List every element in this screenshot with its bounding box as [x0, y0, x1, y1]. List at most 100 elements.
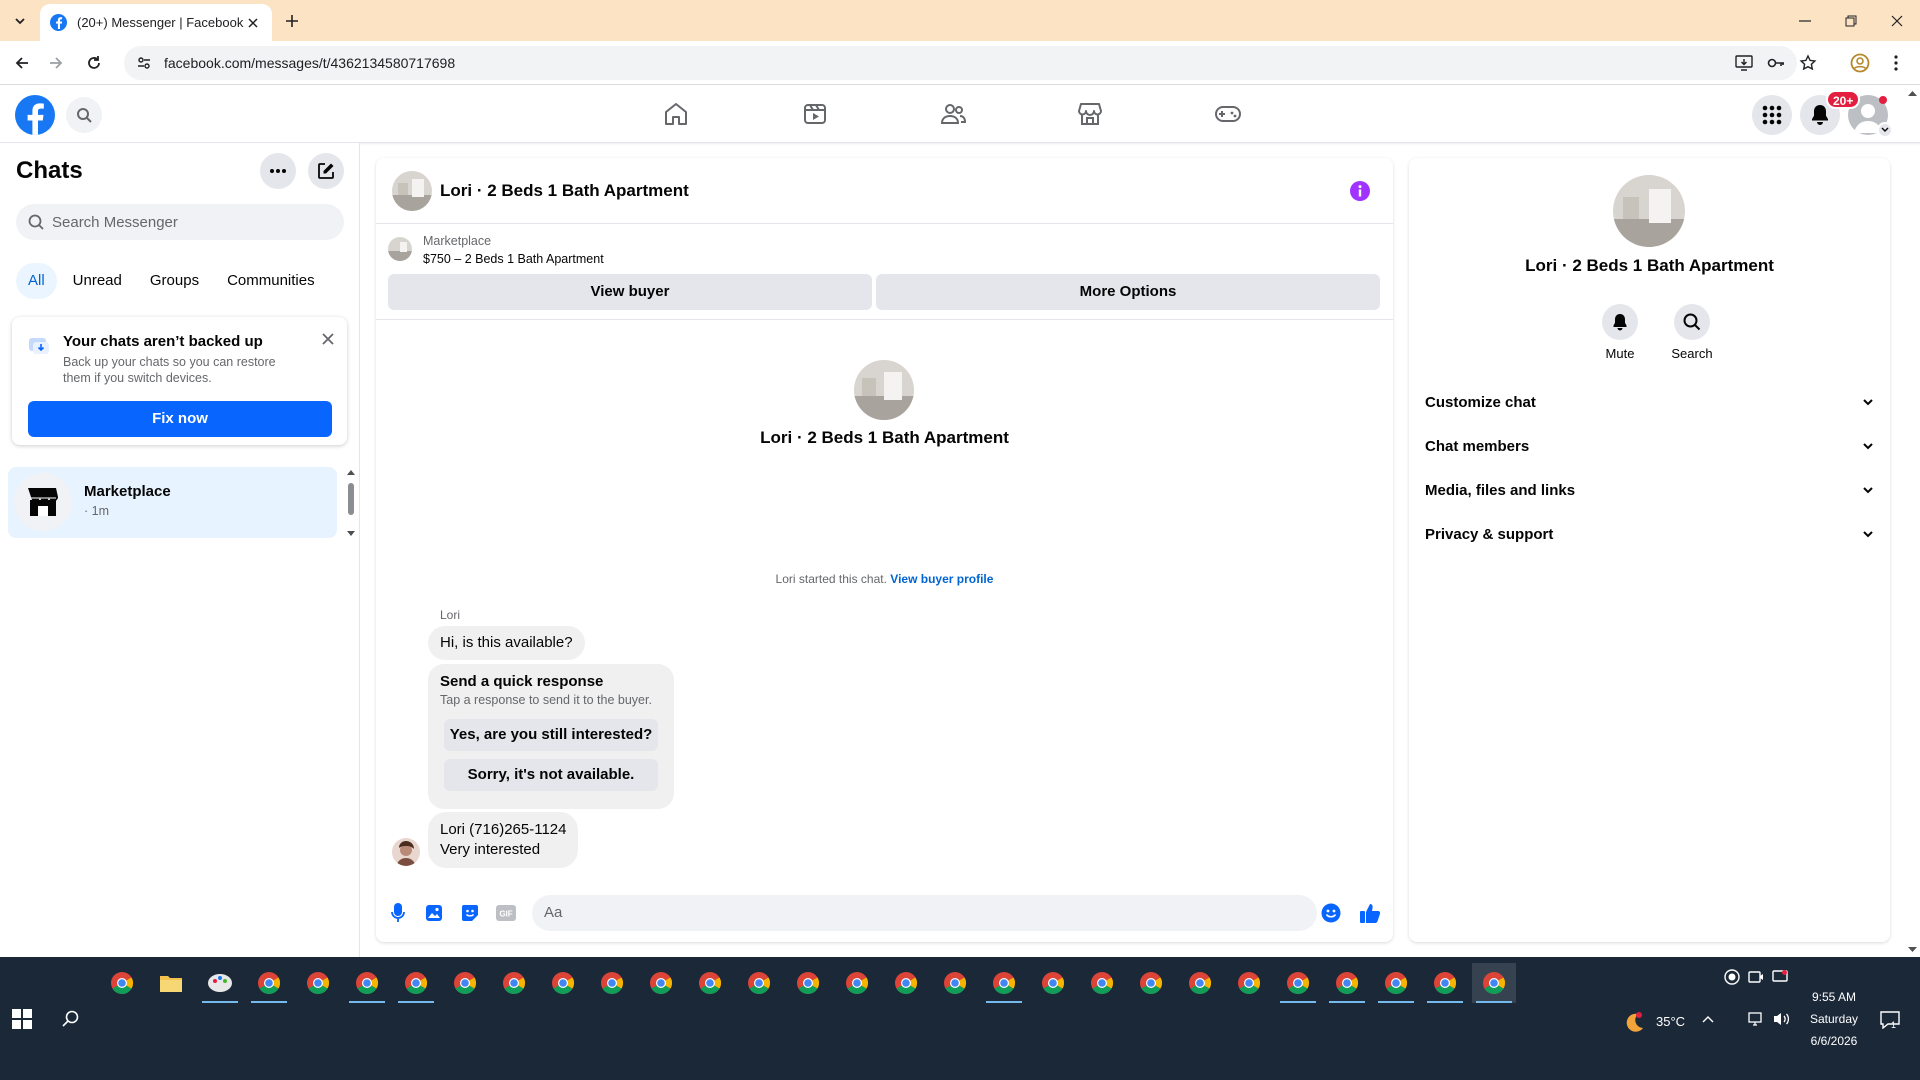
reload-icon[interactable]: [80, 49, 108, 77]
chrome-icon[interactable]: [737, 963, 781, 1003]
view-buyer-button[interactable]: View buyer: [388, 274, 872, 310]
friends-icon[interactable]: [898, 86, 1008, 142]
media-files-links-section[interactable]: Media, files and links: [1425, 468, 1874, 512]
chrome-icon[interactable]: [247, 963, 291, 1003]
filter-unread[interactable]: Unread: [61, 263, 134, 299]
forward-arrow-icon[interactable]: [42, 49, 70, 77]
url-text[interactable]: facebook.com/messages/t/4362134580717698: [164, 55, 455, 71]
chrome-icon[interactable]: [982, 963, 1026, 1003]
tray-record-icon[interactable]: [1724, 969, 1742, 987]
chrome-icon[interactable]: [1472, 963, 1516, 1003]
quick-response-yes-button[interactable]: Yes, are you still interested?: [444, 719, 658, 751]
privacy-support-section[interactable]: Privacy & support: [1425, 512, 1874, 556]
like-thumbs-up-icon[interactable]: [1358, 901, 1382, 925]
contact-avatar-large[interactable]: [854, 360, 914, 420]
chrome-icon[interactable]: [1423, 963, 1467, 1003]
chrome-icon[interactable]: [443, 963, 487, 1003]
chrome-icon[interactable]: [296, 963, 340, 1003]
temperature[interactable]: 35°C: [1656, 1014, 1685, 1029]
file-explorer-icon[interactable]: [149, 963, 193, 1003]
photo-icon[interactable]: [422, 901, 446, 925]
chrome-icon[interactable]: [786, 963, 830, 1003]
info-icon[interactable]: [1350, 181, 1370, 201]
search-icon[interactable]: [1674, 304, 1710, 340]
omnibox[interactable]: facebook.com/messages/t/4362134580717698: [124, 46, 1817, 80]
clock-time[interactable]: 9:55 AM: [1806, 990, 1862, 1004]
conversation-avatar[interactable]: [392, 171, 432, 211]
tab-search-chevron-icon[interactable]: [8, 9, 32, 33]
taskbar-search-icon[interactable]: [62, 1010, 82, 1030]
facebook-search-icon[interactable]: [66, 97, 102, 133]
message-input[interactable]: Aa: [532, 895, 1317, 931]
chrome-icon[interactable]: [1129, 963, 1173, 1003]
browser-tab[interactable]: (20+) Messenger | Facebook: [40, 4, 272, 41]
minimize-icon[interactable]: [1782, 0, 1828, 41]
weather-icon[interactable]: [1624, 1011, 1648, 1033]
fix-now-button[interactable]: Fix now: [28, 401, 332, 437]
sidebar-scrollbar[interactable]: [345, 467, 357, 539]
chrome-icon[interactable]: [933, 963, 977, 1003]
marketplace-icon[interactable]: [1035, 86, 1145, 142]
chrome-icon[interactable]: [345, 963, 389, 1003]
tray-camera-icon[interactable]: [1748, 969, 1766, 987]
back-arrow-icon[interactable]: [8, 49, 36, 77]
mute-action[interactable]: Mute: [1590, 304, 1650, 361]
chrome-icon[interactable]: [1178, 963, 1222, 1003]
sticker-icon[interactable]: [458, 901, 482, 925]
install-app-icon[interactable]: [1734, 53, 1754, 73]
emoji-icon[interactable]: [1320, 901, 1342, 925]
microphone-icon[interactable]: [386, 901, 410, 925]
quick-response-no-button[interactable]: Sorry, it's not available.: [444, 759, 658, 791]
chrome-icon[interactable]: [492, 963, 536, 1003]
chrome-icon[interactable]: [1374, 963, 1418, 1003]
gif-icon[interactable]: GIF: [494, 901, 518, 925]
chrome-icon[interactable]: [1276, 963, 1320, 1003]
new-tab-plus-icon[interactable]: [280, 9, 304, 33]
close-window-icon[interactable]: [1874, 0, 1920, 41]
gaming-icon[interactable]: [1173, 86, 1283, 142]
chrome-icon[interactable]: [590, 963, 634, 1003]
customize-chat-section[interactable]: Customize chat: [1425, 380, 1874, 424]
chrome-icon[interactable]: [1080, 963, 1124, 1003]
more-options-button[interactable]: More Options: [876, 274, 1380, 310]
restore-icon[interactable]: [1828, 0, 1874, 41]
details-avatar[interactable]: [1613, 175, 1685, 247]
profile-avatar-icon[interactable]: [1848, 51, 1872, 75]
filter-groups[interactable]: Groups: [138, 263, 211, 299]
site-info-icon[interactable]: [134, 53, 154, 73]
chrome-icon[interactable]: [1227, 963, 1271, 1003]
conversation-title[interactable]: Lori · 2 Beds 1 Bath Apartment: [440, 181, 689, 201]
chrome-icon[interactable]: [541, 963, 585, 1003]
chrome-icon[interactable]: [639, 963, 683, 1003]
action-center-icon[interactable]: 1: [1880, 1011, 1904, 1033]
view-buyer-profile-link[interactable]: View buyer profile: [890, 572, 993, 586]
chat-members-section[interactable]: Chat members: [1425, 424, 1874, 468]
filter-all[interactable]: All: [16, 263, 57, 299]
show-hidden-icons-chevron-icon[interactable]: [1702, 1015, 1718, 1029]
chrome-icon[interactable]: [884, 963, 928, 1003]
page-scrollbar[interactable]: [1905, 86, 1920, 957]
paint-app-icon[interactable]: [198, 963, 242, 1003]
search-action[interactable]: Search: [1662, 304, 1722, 361]
chat-list-item[interactable]: Marketplace · 1m: [8, 467, 337, 538]
browser-menu-icon[interactable]: [1884, 51, 1908, 75]
chrome-icon[interactable]: [835, 963, 879, 1003]
account-chevron-icon[interactable]: [1877, 122, 1893, 138]
listing-price-title[interactable]: $750 – 2 Beds 1 Bath Apartment: [423, 252, 604, 266]
video-icon[interactable]: [760, 86, 870, 142]
chrome-icon[interactable]: [688, 963, 732, 1003]
home-icon[interactable]: [621, 86, 731, 142]
chrome-icon[interactable]: [100, 963, 144, 1003]
volume-icon[interactable]: [1772, 1011, 1792, 1029]
sender-avatar[interactable]: [392, 838, 420, 866]
windows-start-icon[interactable]: [12, 1009, 36, 1033]
search-messenger-input[interactable]: Search Messenger: [16, 204, 344, 240]
chrome-icon[interactable]: [394, 963, 438, 1003]
menu-grid-icon[interactable]: [1752, 95, 1792, 135]
filter-communities[interactable]: Communities: [215, 263, 327, 299]
chrome-icon[interactable]: [1031, 963, 1075, 1003]
more-options-icon[interactable]: [260, 153, 296, 189]
password-key-icon[interactable]: [1766, 53, 1786, 73]
network-icon[interactable]: [1748, 1011, 1768, 1029]
tray-screen-icon[interactable]: [1772, 969, 1790, 987]
